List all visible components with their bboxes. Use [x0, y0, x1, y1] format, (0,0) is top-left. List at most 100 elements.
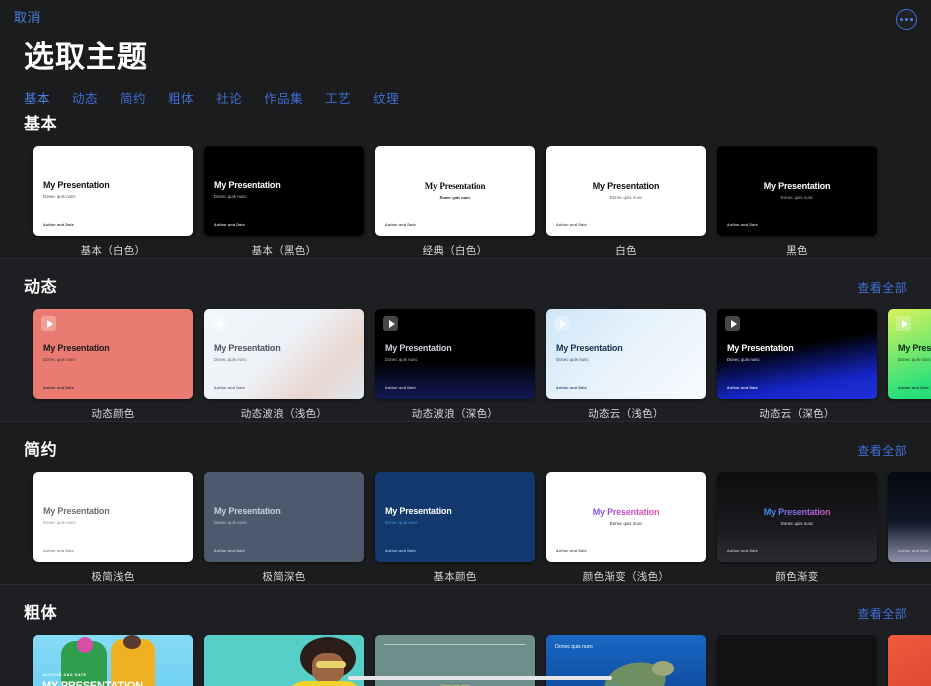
slide-subtitle: Donec quis nunc	[385, 520, 525, 525]
slide-subtitle: Donec quis nunc	[439, 195, 470, 200]
play-icon[interactable]	[212, 316, 227, 331]
section-header: 基本	[0, 110, 931, 134]
theme-thumbnail[interactable]: My PresentationDonec quis nuncAuthor and…	[888, 309, 931, 399]
theme-card[interactable]: My PresentationDonec quis nuncAuthor and…	[375, 472, 535, 584]
theme-thumbnail[interactable]: My PresentationDonec quis nuncAuthor and…	[33, 146, 193, 236]
slide-footer: Author and Date	[385, 223, 416, 227]
slide-title: My Presentation	[727, 344, 867, 354]
slide-footer: Author and Date	[43, 386, 74, 390]
theme-card[interactable]: My PresentationDonec quis nuncAuthor and…	[204, 309, 364, 421]
theme-thumbnail[interactable]: My Presentation Donec quis nunc Author and…	[375, 146, 535, 236]
theme-card[interactable]: My Presentation Donec quis nunc Author and…	[204, 472, 364, 584]
slide-footer: Author and Date	[727, 223, 758, 227]
slide-footer: Author and Date	[898, 386, 929, 390]
slide-subtitle: Donec quis nunc	[385, 357, 525, 362]
play-icon[interactable]	[383, 316, 398, 331]
play-icon[interactable]	[554, 316, 569, 331]
theme-thumbnail[interactable]: My PresentationDonec quis nuncAuthor and…	[546, 309, 706, 399]
theme-card[interactable]	[888, 635, 931, 686]
theme-caption: 极简深色	[204, 569, 364, 584]
slide-footer: Author and Date	[556, 223, 587, 227]
slide-kicker: AUTHOR AND DATE	[43, 673, 87, 677]
theme-sections[interactable]: 基本 My Presentation Donec quis nunc Author a…	[0, 96, 931, 686]
theme-thumbnail[interactable]: My PresentationDonec quis nuncAuthor and…	[375, 472, 535, 562]
theme-thumbnail[interactable]: MY PRESENTATIONDONEC QUIS NUNC	[204, 635, 364, 686]
theme-card[interactable]: My PresentationDonec quis nuncAuthor and…	[717, 309, 877, 421]
section-header: 简约查看全部	[0, 436, 931, 460]
theme-thumbnail[interactable]	[888, 635, 931, 686]
slide-subtitle: Donec quis nunc	[43, 520, 183, 525]
slide-title: My Presentation	[214, 507, 354, 517]
theme-card[interactable]: My PresentationDonec quis nuncAuthor and…	[546, 146, 706, 258]
theme-card[interactable]: My PresentationDonec quis nuncAuthor and…	[33, 472, 193, 584]
theme-caption: 黑色	[717, 243, 877, 258]
slide-subtitle: Donec quis nunc	[781, 195, 814, 200]
theme-card[interactable]: MY PRESENTATIONDONEC QUIS NUNC	[204, 635, 364, 686]
theme-thumbnail[interactable]: My PresentationDonec quis nuncAuthor and…	[33, 309, 193, 399]
more-circle-icon[interactable]	[896, 9, 917, 30]
slide-footer: Author and Date	[385, 386, 416, 390]
slide-footer: Author and Date	[214, 386, 245, 390]
theme-caption: 基本颜色	[375, 569, 535, 584]
slide-footer: Author and Date	[898, 549, 929, 553]
theme-thumbnail[interactable]: My PresentationDonec quis nuncAuthor and…	[33, 472, 193, 562]
slide-subtitle: Donec quis nunc	[43, 357, 183, 362]
theme-row[interactable]: My Presentation Donec quis nunc Author and…	[0, 472, 931, 584]
play-icon[interactable]	[41, 316, 56, 331]
theme-card[interactable]: AUTHOR AND DATEMY PRESENTATIONDonec quis…	[33, 635, 193, 686]
theme-thumbnail[interactable]: My PresentationDonec quis nuncAuthor and…	[546, 472, 706, 562]
section-title: 基本	[24, 110, 57, 134]
theme-card[interactable]: My PresentationDonec quis nuncAuthor and…	[546, 472, 706, 584]
theme-thumbnail[interactable]: My PresentationDonec quis nuncAuthor and…	[204, 309, 364, 399]
photo-people-green-yellow	[33, 635, 193, 686]
slide-footer: Author and Date	[43, 549, 74, 553]
theme-card[interactable]: My PresentationDonec quis nuncAuthor and…	[33, 309, 193, 421]
slide-subtitle: Donec quis nunc	[556, 357, 696, 362]
theme-card[interactable]: My PresentationDonec quis nuncAuthor and…	[888, 472, 931, 584]
theme-thumbnail[interactable]: My PresentationDonec quis nuncAuthor and…	[717, 309, 877, 399]
play-icon[interactable]	[725, 316, 740, 331]
theme-card[interactable]: My PresentationDonec quis nuncAuthor and…	[204, 146, 364, 258]
theme-thumbnail[interactable]: My PresentationDonec quis nuncAuthor and…	[717, 146, 877, 236]
see-all-link[interactable]: 查看全部	[857, 279, 907, 296]
theme-thumbnail[interactable]: AUTHOR AND DATEMY PRESENTATIONDonec quis…	[33, 635, 193, 686]
theme-card[interactable]: DONEC QUIS NUNCMY PRESENTATION	[717, 635, 877, 686]
theme-thumbnail[interactable]: My Presentation Donec quis nunc Author and…	[204, 472, 364, 562]
slide-footer: Author and Date	[385, 549, 416, 553]
theme-card[interactable]: My PresentationDonec quis nuncAuthor and…	[717, 146, 877, 258]
theme-card[interactable]: My PresentationDonec quis nuncAuthor and…	[888, 309, 931, 421]
slide-title: My Presentation	[425, 182, 486, 192]
horizontal-scrollbar[interactable]	[348, 676, 612, 680]
theme-row[interactable]: My Presentation Donec quis nunc Author and…	[0, 146, 931, 258]
theme-thumbnail[interactable]: My PresentationDonec quis nuncAuthor and…	[888, 472, 931, 562]
theme-thumbnail[interactable]: My PresentationDonec quis nuncAuthor and…	[546, 146, 706, 236]
slide-footer: Author and Date	[214, 549, 245, 553]
theme-card[interactable]: My PresentationDonec quis nuncAuthor and…	[33, 146, 193, 258]
theme-thumbnail[interactable]: My PresentationDonec quis nuncAuthor and…	[717, 472, 877, 562]
theme-caption: 经典（白色）	[375, 243, 535, 258]
slide-footer: Author and Date	[43, 223, 74, 227]
slide-subtitle: Donec quis nunc	[610, 195, 643, 200]
see-all-link[interactable]: 查看全部	[857, 605, 907, 622]
theme-caption: 白色	[546, 243, 706, 258]
theme-card[interactable]: My PresentationDonec quis nuncAuthor and…	[546, 309, 706, 421]
theme-thumbnail[interactable]: DONEC QUIS NUNCMY PRESENTATION	[717, 635, 877, 686]
section-title: 动态	[24, 273, 57, 297]
theme-row[interactable]: My Presentation Donec quis nunc Author and…	[0, 309, 931, 421]
section-header: 动态 查看全部	[0, 273, 931, 297]
theme-thumbnail[interactable]: My PresentationDonec quis nuncAuthor and…	[204, 146, 364, 236]
ellipsis-dots	[900, 18, 913, 21]
section-3: 粗体查看全部AUTHOR AND DATEMY PRESENTATIONDone…	[0, 584, 931, 686]
theme-thumbnail[interactable]: My PresentationDonec quis nuncAuthor and…	[375, 309, 535, 399]
theme-card[interactable]: My PresentationDonec quis nuncAuthor and…	[375, 309, 535, 421]
play-icon[interactable]	[896, 316, 911, 331]
theme-caption: 极简浅色	[33, 569, 193, 584]
cancel-button[interactable]: 取消	[14, 10, 41, 26]
theme-card[interactable]: My PresentationDonec quis nuncAuthor and…	[717, 472, 877, 584]
theme-card[interactable]: My Presentation Donec quis nunc Author and…	[375, 146, 535, 258]
photo-woman-yellow-teal	[204, 635, 364, 686]
slide-subtitle: Donec quis nunc	[214, 520, 354, 525]
slide-footer: Author and Date	[727, 386, 758, 390]
slide-footer: Author and Date	[214, 223, 245, 227]
see-all-link[interactable]: 查看全部	[857, 442, 907, 459]
